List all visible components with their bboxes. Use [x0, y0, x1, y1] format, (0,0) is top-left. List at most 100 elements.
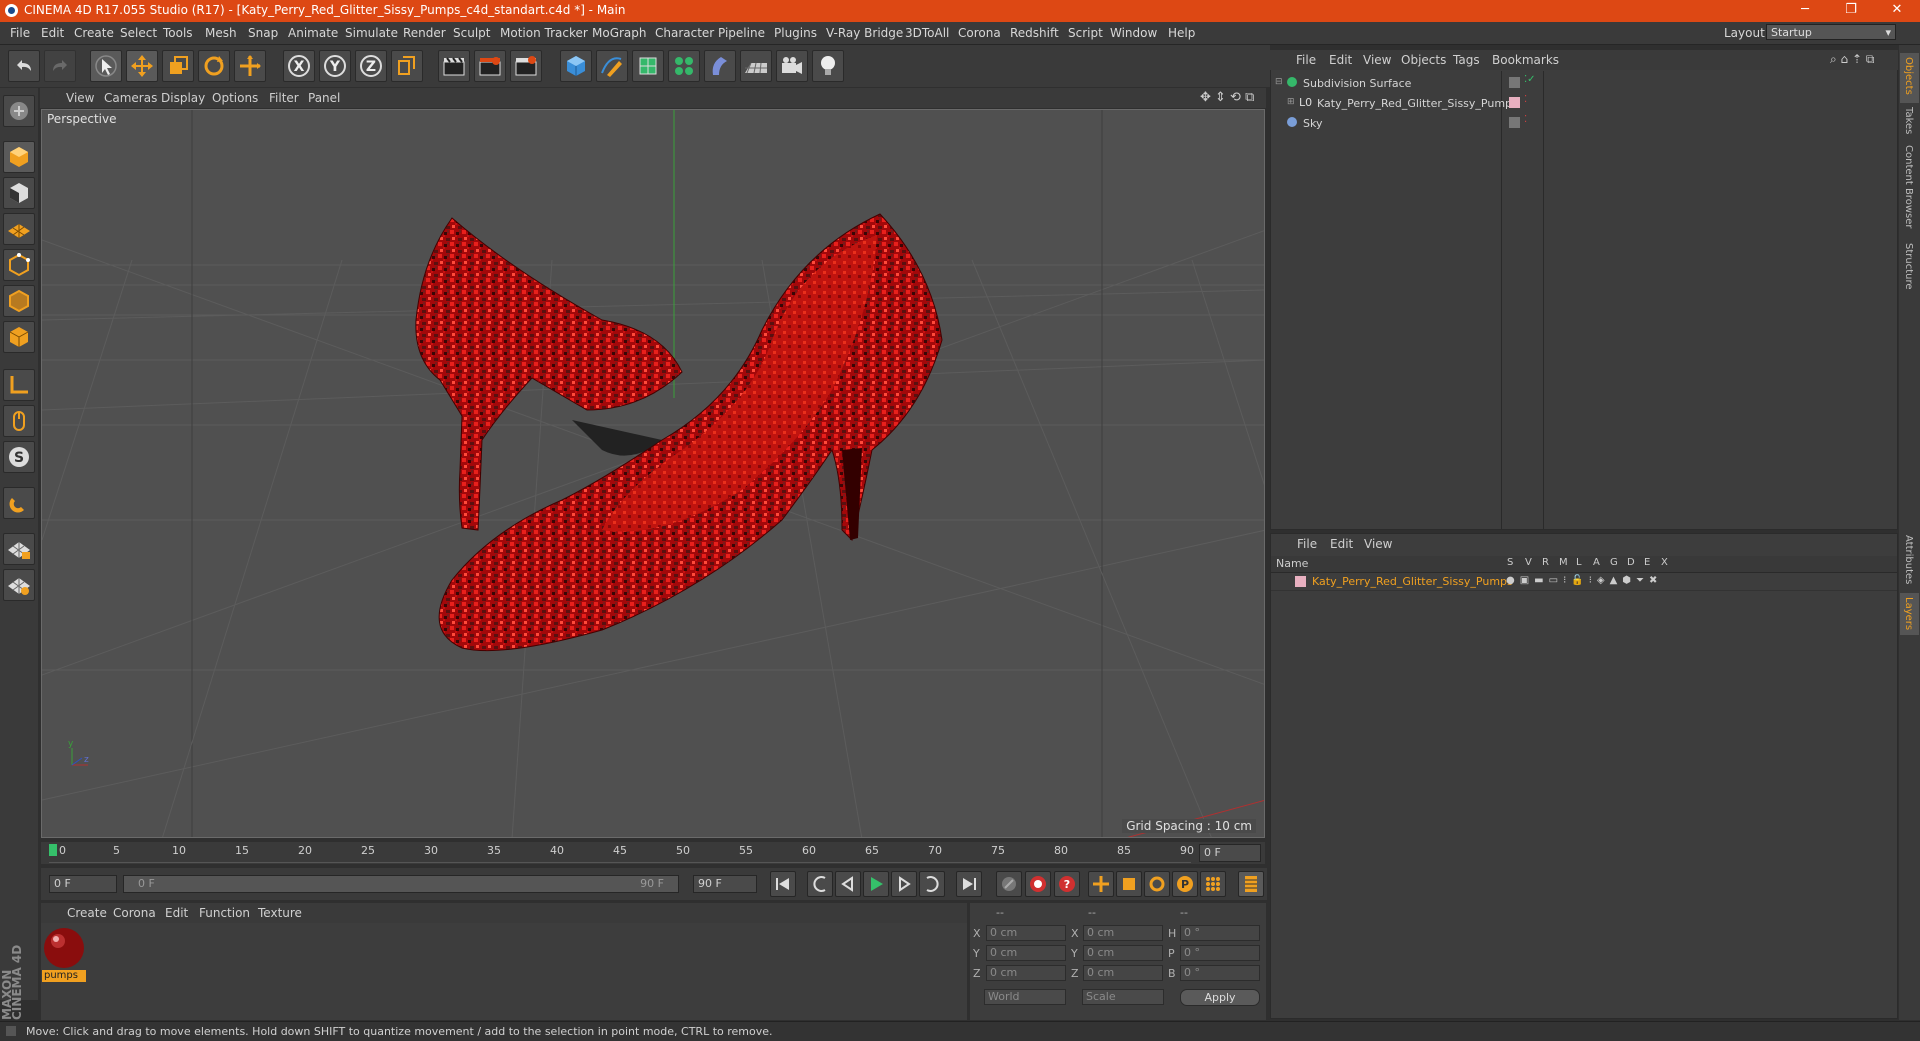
menu-mesh[interactable]: Mesh — [205, 26, 237, 40]
layer-color-swatch[interactable] — [1295, 576, 1306, 587]
layer-tag-icon[interactable] — [1509, 117, 1520, 128]
menu-select[interactable]: Select — [120, 26, 157, 40]
collapse-icon[interactable]: ⊟ — [1275, 77, 1283, 87]
menu-animate[interactable]: Animate — [288, 26, 338, 40]
scale-tool-button[interactable] — [162, 50, 194, 82]
menu-pipeline[interactable]: Pipeline — [718, 26, 765, 40]
rotation-p-field[interactable]: 0 ° — [1180, 945, 1260, 961]
timeline-playhead[interactable] — [49, 844, 57, 856]
mograph-cloner-button[interactable] — [668, 50, 700, 82]
tab-content-browser[interactable]: Content Browser — [1903, 145, 1914, 228]
workplane-mode-button[interactable] — [3, 213, 35, 245]
redo-button[interactable] — [44, 50, 76, 82]
menu-redshift[interactable]: Redshift — [1010, 26, 1059, 40]
workplane-lock-button[interactable] — [3, 569, 35, 601]
layer-col-g[interactable]: G — [1610, 557, 1618, 568]
tab-attributes[interactable]: Attributes — [1903, 535, 1914, 584]
menu-snap[interactable]: Snap — [248, 26, 278, 40]
layer-col-r[interactable]: R — [1542, 557, 1549, 568]
layer-col-l[interactable]: L — [1576, 557, 1582, 568]
solo-mode-button[interactable]: S — [3, 441, 35, 473]
go-to-end-button[interactable] — [956, 871, 982, 897]
layer-menu-edit[interactable]: Edit — [1330, 537, 1353, 551]
render-picture-viewer-button[interactable] — [474, 50, 506, 82]
transform-tool-button[interactable] — [234, 50, 266, 82]
object-menu-bookmarks[interactable]: Bookmarks — [1492, 53, 1559, 67]
render-settings-button[interactable] — [510, 50, 542, 82]
menu-vray-bridge[interactable]: V-Ray Bridge — [826, 26, 903, 40]
menu-character[interactable]: Character — [655, 26, 714, 40]
viewport-scene[interactable]: y z — [42, 110, 1265, 838]
start-frame-field[interactable]: 0 F — [49, 875, 117, 893]
layer-col-name[interactable]: Name — [1276, 557, 1308, 570]
z-axis-lock-button[interactable]: Z — [355, 50, 387, 82]
viewport-menu-cameras[interactable]: Cameras — [104, 91, 157, 105]
model-mode-button[interactable] — [3, 141, 35, 173]
viewport-nav-icons[interactable]: ✥ ⇕ ⟲ ⧉ — [1200, 90, 1254, 105]
layer-col-a[interactable]: A — [1593, 557, 1600, 568]
viewport-menu-options[interactable]: Options — [212, 91, 258, 105]
visibility-dots-icon[interactable]: ⁚ — [1524, 94, 1527, 105]
layout-select[interactable]: Startup ▾ — [1766, 24, 1896, 40]
frame-range-slider[interactable]: 0 F 90 F — [123, 875, 679, 893]
coordinate-system-button[interactable] — [391, 50, 423, 82]
menu-simulate[interactable]: Simulate — [345, 26, 398, 40]
position-x-field[interactable]: 0 cm — [986, 925, 1066, 941]
menu-motion-tracker[interactable]: Motion Tracker — [500, 26, 588, 40]
next-frame-button[interactable] — [891, 871, 917, 897]
layer-toggle-icons[interactable]: ●▣▬▭⁝🔓⁝◈▲⬢⏷✖ — [1506, 575, 1662, 586]
timeline-window-button[interactable] — [1238, 871, 1264, 897]
autokeying-button[interactable]: ? — [1054, 871, 1080, 897]
rotation-b-field[interactable]: 0 ° — [1180, 965, 1260, 981]
viewport-menu-display[interactable]: Display — [161, 91, 205, 105]
material-menu-corona[interactable]: Corona — [113, 906, 156, 920]
object-menu-objects[interactable]: Objects — [1401, 53, 1446, 67]
layer-menu-file[interactable]: File — [1297, 537, 1317, 551]
render-view-button[interactable] — [438, 50, 470, 82]
cube-object-button[interactable] — [560, 50, 592, 82]
menu-edit[interactable]: Edit — [41, 26, 64, 40]
viewport-menu-panel[interactable]: Panel — [308, 91, 340, 105]
material-menu-function[interactable]: Function — [199, 906, 250, 920]
layer-col-e[interactable]: E — [1644, 557, 1650, 568]
go-to-start-button[interactable] — [770, 871, 796, 897]
perspective-viewport[interactable]: y z Perspective Grid Spacing : 10 cm — [41, 109, 1265, 838]
menu-create[interactable]: Create — [74, 26, 114, 40]
maximize-button[interactable]: ❐ — [1828, 0, 1874, 22]
tab-structure[interactable]: Structure — [1903, 243, 1914, 290]
expand-icon[interactable]: ⊞ — [1287, 97, 1295, 107]
object-menu-file[interactable]: File — [1296, 53, 1316, 67]
layer-col-d[interactable]: D — [1627, 557, 1635, 568]
polygons-mode-button[interactable] — [3, 321, 35, 353]
play-button[interactable] — [863, 871, 889, 897]
layer-menu-view[interactable]: View — [1364, 537, 1392, 551]
menu-plugins[interactable]: Plugins — [774, 26, 817, 40]
viewport-menu-view[interactable]: View — [66, 91, 94, 105]
material-menu-texture[interactable]: Texture — [258, 906, 302, 920]
viewport-menu-filter[interactable]: Filter — [269, 91, 299, 105]
tweak-mode-button[interactable] — [3, 405, 35, 437]
material-menu-create[interactable]: Create — [67, 906, 107, 920]
object-name[interactable]: Subdivision Surface — [1303, 77, 1411, 90]
layer-color-swatch[interactable] — [1509, 97, 1520, 108]
live-selection-button[interactable] — [90, 50, 122, 82]
tab-takes[interactable]: Takes — [1903, 107, 1914, 134]
position-z-field[interactable]: 0 cm — [986, 965, 1066, 981]
object-manager-nav-icons[interactable]: ⌕ ⌂ ⇡ ⧉ — [1830, 52, 1874, 67]
record-position-button[interactable] — [996, 871, 1022, 897]
layer-name[interactable]: Katy_Perry_Red_Glitter_Sissy_Pumps — [1312, 575, 1513, 588]
menu-3dtoall[interactable]: 3DToAll — [905, 26, 949, 40]
close-button[interactable]: ✕ — [1874, 0, 1920, 22]
tab-objects[interactable]: Objects — [1903, 57, 1914, 95]
y-axis-lock-button[interactable]: Y — [319, 50, 351, 82]
object-menu-tags[interactable]: Tags — [1453, 53, 1480, 67]
layer-col-s[interactable]: S — [1507, 557, 1513, 568]
texture-mode-button[interactable] — [3, 177, 35, 209]
key-parameter-button[interactable]: P — [1172, 871, 1198, 897]
menu-tools[interactable]: Tools — [163, 26, 193, 40]
object-menu-view[interactable]: View — [1363, 53, 1391, 67]
x-axis-lock-button[interactable]: X — [283, 50, 315, 82]
snapping-button[interactable] — [3, 487, 35, 519]
object-menu-edit[interactable]: Edit — [1329, 53, 1352, 67]
key-scale-button[interactable] — [1116, 871, 1142, 897]
